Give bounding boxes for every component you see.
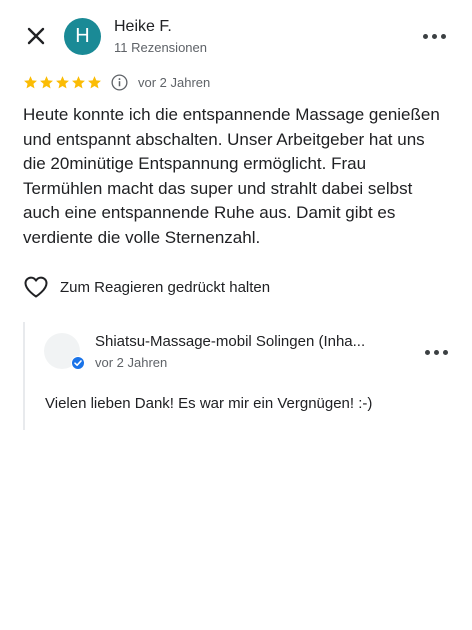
star-icon [24, 75, 37, 88]
close-button[interactable] [22, 22, 50, 50]
react-label: Zum Reagieren gedrückt halten [60, 278, 271, 296]
heart-outline-icon [24, 276, 48, 298]
star-icon [88, 75, 101, 88]
review-date: vor 2 Jahren [138, 74, 211, 90]
reviewer-review-count: 11 Rezensionen [114, 40, 207, 55]
info-icon[interactable] [111, 73, 128, 91]
review-header: H Heike F. 11 Rezensionen [0, 0, 472, 70]
owner-reply-text: Vielen lieben Dank! Es war mir ein Vergn… [45, 395, 373, 412]
star-rating [23, 75, 102, 90]
owner-reply: Shiatsu-Massage-mobil Solingen (Inha... … [23, 322, 450, 430]
rating-row: vor 2 Jahren [23, 72, 210, 92]
reviewer-name[interactable]: Heike F. [114, 18, 172, 36]
more-horizontal-icon [424, 349, 448, 355]
star-icon [72, 75, 85, 88]
close-icon [27, 27, 45, 45]
owner-reply-date: vor 2 Jahren [95, 355, 168, 370]
verified-badge-icon [71, 356, 85, 370]
review-text: Heute konnte ich die entspannende Massag… [23, 105, 440, 247]
react-button[interactable]: Zum Reagieren gedrückt halten [23, 275, 270, 299]
more-horizontal-icon [422, 33, 446, 39]
star-icon [40, 75, 53, 88]
avatar[interactable]: H [64, 18, 101, 55]
owner-name[interactable]: Shiatsu-Massage-mobil Solingen (Inha... [95, 333, 410, 350]
star-icon [56, 75, 69, 88]
reply-more-options-button[interactable] [422, 340, 450, 364]
more-options-button[interactable] [420, 24, 448, 48]
